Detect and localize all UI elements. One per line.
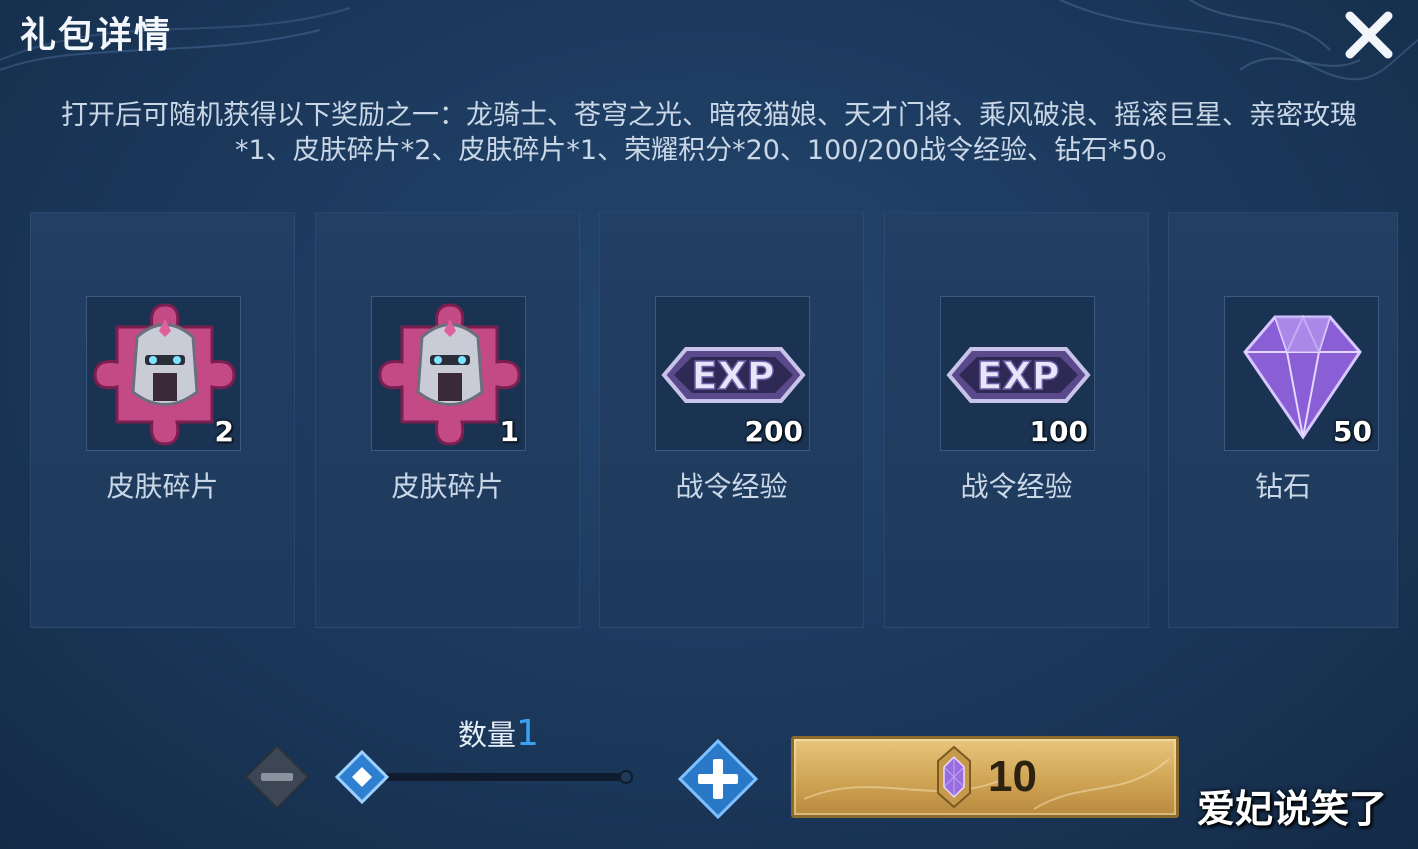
quantity-slider[interactable] — [334, 748, 634, 808]
reward-card[interactable]: EXP 100 战令经验 — [884, 212, 1149, 628]
svg-text:EXP: EXP — [976, 354, 1059, 398]
reward-slot: 50 — [1224, 296, 1379, 451]
reward-card[interactable]: 1 皮肤碎片 — [315, 212, 580, 628]
plus-icon — [677, 738, 759, 820]
reward-list: 2 皮肤碎片 1 皮肤碎片 EXP 200 战令经验 EXP 100 战令经验 … — [30, 212, 1398, 628]
reward-card[interactable]: 2 皮肤碎片 — [30, 212, 295, 628]
close-button[interactable] — [1338, 4, 1400, 66]
reward-name: 战令经验 — [675, 470, 788, 503]
crystal-coupon-icon — [937, 745, 971, 809]
slider-track — [334, 749, 633, 805]
reward-count: 50 — [1333, 415, 1372, 448]
reward-name: 皮肤碎片 — [106, 470, 219, 503]
buy-button[interactable]: 10 — [791, 736, 1179, 818]
slider-handle[interactable] — [334, 749, 390, 805]
reward-card[interactable]: 50 钻石 — [1168, 212, 1398, 628]
reward-name: 钻石 — [1254, 470, 1311, 503]
decrease-button[interactable] — [244, 744, 310, 810]
buy-price: 10 — [934, 745, 1037, 809]
reward-card[interactable]: EXP 200 战令经验 — [599, 212, 864, 628]
reward-name: 皮肤碎片 — [391, 470, 504, 503]
watermark: 爱妃说笑了 — [1197, 787, 1388, 831]
reward-slot: 1 — [371, 296, 526, 451]
quantity-label-text: 数量 — [458, 718, 517, 752]
buy-price-amount: 10 — [988, 752, 1037, 801]
reward-count: 100 — [1029, 415, 1088, 448]
reward-count: 1 — [499, 415, 519, 448]
increase-button[interactable] — [677, 738, 759, 820]
reward-slot: EXP 100 — [940, 296, 1095, 451]
reward-description: 打开后可随机获得以下奖励之一：龙骑士、苍穹之光、暗夜猫娘、天才门将、乘风破浪、摇… — [61, 100, 1357, 166]
close-icon — [1345, 11, 1393, 59]
reward-count: 200 — [744, 415, 803, 448]
svg-text:EXP: EXP — [691, 354, 774, 398]
reward-count: 2 — [214, 415, 234, 448]
reward-slot: EXP 200 — [655, 296, 810, 451]
minus-icon — [244, 744, 310, 810]
reward-name: 战令经验 — [960, 470, 1073, 503]
page-title: 礼包详情 — [20, 15, 173, 56]
reward-slot: 2 — [86, 296, 241, 451]
